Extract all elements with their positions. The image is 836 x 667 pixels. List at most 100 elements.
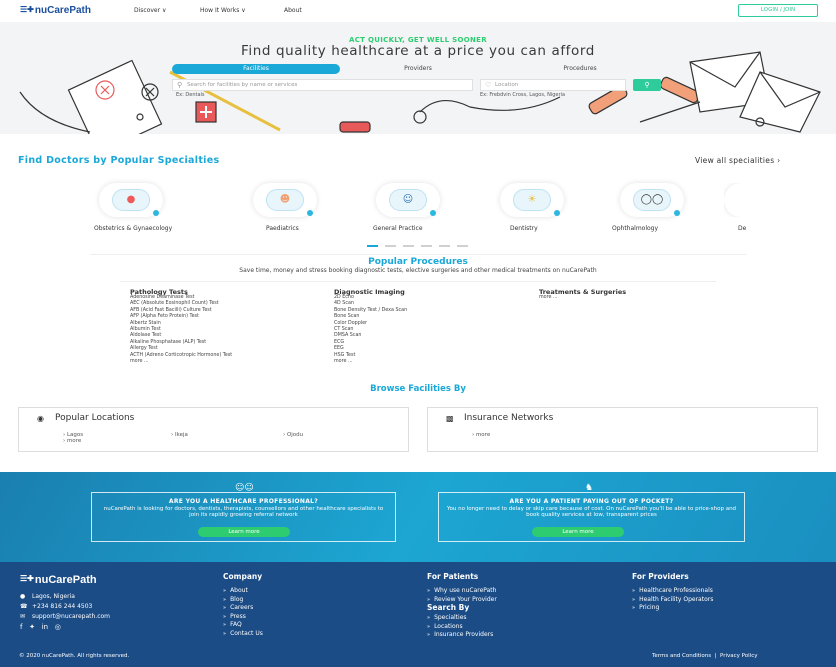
footer-link[interactable]: » Insurance Providers [427, 631, 493, 638]
carousel-dot[interactable] [385, 245, 396, 247]
nav-how-it-works[interactable]: How It Works ∨ [200, 7, 246, 14]
privacy-link[interactable]: Privacy Policy [720, 653, 757, 659]
footer-link[interactable]: » Specialties [427, 614, 467, 621]
footer: ☰✚nuCarePath ● Lagos, Nigeria ☎ +234 816 2… [0, 562, 836, 667]
patient-icon: ♞ [585, 483, 594, 493]
footer-link[interactable]: » Healthcare Professionals [632, 587, 713, 594]
patient-cta: ♞ ARE YOU A PATIENT PAYING OUT OF POCKET… [438, 483, 745, 542]
cta-text: You no longer need to delay or skip care… [446, 506, 737, 519]
procedures-title: Popular Procedures [368, 257, 468, 267]
location-link-ojodu[interactable]: › Ojodu [283, 432, 303, 438]
instagram-icon[interactable]: ◎ [55, 623, 61, 631]
speciality-card-general-practice[interactable]: ☺ [376, 183, 440, 217]
location-hint: Ex: Frebdvin Cross, Lagos, Nigeria [480, 92, 566, 98]
speciality-card-obstetrics[interactable]: ● [99, 183, 163, 217]
procedure-link[interactable]: more ... [539, 295, 558, 301]
footer-link[interactable]: » Why use nuCarePath [427, 587, 496, 594]
speciality-label: Obstetrics & Gynaecology [94, 225, 173, 232]
double-chevron-icon: » [427, 588, 431, 594]
cta-title: ARE YOU A PATIENT PAYING OUT OF POCKET? [509, 498, 674, 505]
double-chevron-icon: » [427, 623, 431, 630]
carousel-dot[interactable] [403, 245, 414, 247]
hero-headline: Find quality healthcare at a price you c… [241, 43, 595, 59]
procedure-link[interactable]: more ... [130, 359, 232, 365]
footer-email[interactable]: ✉ support@nucarepath.com [20, 613, 110, 620]
footer-patients-heading: For Patients [427, 572, 479, 581]
double-chevron-icon: » [632, 596, 636, 603]
healthcare-professional-cta: ☺☺ ARE YOU A HEALTHCARE PROFESSIONAL? nu… [91, 483, 396, 542]
double-chevron-icon: » [223, 613, 227, 620]
footer-link[interactable]: » Locations [427, 623, 463, 630]
facility-search-input[interactable]: ⚲ Search for facilities by name or servi… [172, 79, 473, 91]
location-input[interactable]: ♡ Location [480, 79, 626, 91]
nav-about[interactable]: About [284, 7, 302, 14]
double-chevron-icon: » [427, 615, 431, 621]
footer-address: ● Lagos, Nigeria [20, 593, 75, 600]
speciality-card-dentistry[interactable]: ☀ [500, 183, 564, 217]
baby-icon: ☻ [266, 189, 304, 211]
tab-providers[interactable]: Providers [378, 64, 458, 74]
speciality-card-ophthalmology[interactable]: ◯◯ [620, 183, 684, 217]
pathology-tests-list: Adenosine Deaminase Test AEC (Absolute Eo… [130, 295, 232, 365]
glasses-icon: ◯◯ [633, 189, 671, 211]
search-hint: Ex: Dentals [176, 92, 205, 98]
view-all-specialities-link[interactable]: View all specialities › [695, 156, 780, 165]
facebook-icon[interactable]: f [20, 623, 22, 631]
speciality-card-partial[interactable] [724, 183, 750, 217]
twitter-icon[interactable]: ✦ [29, 623, 35, 631]
location-link-more[interactable]: › more [63, 438, 81, 444]
carousel-dot[interactable] [439, 245, 450, 247]
footer-phone[interactable]: ☎ +234 816 244 4503 [20, 603, 92, 610]
speciality-label: Ophthalmology [612, 225, 659, 232]
procedure-link[interactable]: AEC (Absolute Eosinophil Count) Test [130, 301, 232, 307]
tab-facilities[interactable]: Facilities [172, 64, 340, 74]
search-button[interactable]: ⚲ [633, 79, 661, 91]
double-chevron-icon: » [223, 588, 227, 594]
speciality-label: Dentistry [510, 225, 538, 232]
footer-link[interactable]: » Blog [223, 596, 243, 603]
cta-text: nuCarePath is looking for doctors, denti… [103, 506, 384, 519]
linkedin-icon[interactable]: in [42, 623, 48, 631]
learn-more-button[interactable]: Learn more [198, 527, 290, 537]
speciality-label: De [738, 225, 747, 232]
footer-link[interactable]: » Review Your Provider [427, 596, 497, 603]
footer-link[interactable]: » About [223, 587, 248, 594]
footer-link[interactable]: » Contact Us [223, 630, 263, 637]
double-chevron-icon: » [632, 605, 636, 612]
carousel-dot[interactable] [421, 245, 432, 247]
logo[interactable]: ☰✚nuCarePath [20, 5, 91, 16]
email-icon: ✉ [20, 613, 26, 620]
tab-procedures[interactable]: Procedures [540, 64, 620, 74]
location-link-ikeja[interactable]: › Ikeja [171, 432, 188, 438]
learn-more-button[interactable]: Learn more [532, 527, 624, 537]
footer-link[interactable]: » Careers [223, 604, 253, 611]
footer-link[interactable]: » Pricing [632, 604, 659, 611]
browse-facilities-title: Browse Facilities By [370, 384, 466, 394]
hero-section: ACT QUICKLY, GET WELL SOONER Find qualit… [0, 22, 836, 134]
footer-link[interactable]: » Health Facility Operators [632, 596, 713, 603]
speciality-card-paediatrics[interactable]: ☻ [253, 183, 317, 217]
procedure-link[interactable]: more ... [334, 359, 407, 365]
terms-link[interactable]: Terms and Conditions [652, 653, 711, 659]
double-chevron-icon: » [427, 596, 431, 603]
tooth-icon: ☀ [513, 189, 551, 211]
divider [90, 254, 746, 255]
nav-discover[interactable]: Discover ∨ [134, 7, 166, 14]
logo-mark-icon: ☰✚ [20, 5, 34, 14]
globe-icon: ◉ [37, 414, 44, 423]
login-join-button[interactable]: LOGIN / JOIN [738, 4, 818, 17]
briefcase-icon: ▩ [446, 414, 454, 423]
double-chevron-icon: » [223, 596, 227, 603]
double-chevron-icon: » [223, 605, 227, 612]
search-icon: ⚲ [644, 81, 650, 89]
footer-link[interactable]: » FAQ [223, 621, 242, 628]
footer-search-by-heading: Search By [427, 603, 470, 612]
treatments-surgeries-list: more ... [539, 295, 558, 301]
insurance-link-more[interactable]: › more [472, 432, 490, 438]
carousel-dot[interactable] [457, 245, 468, 247]
popular-locations-heading: Popular Locations [55, 413, 135, 423]
footer-logo[interactable]: ☰✚nuCarePath [20, 574, 97, 586]
cta-banner: ☺☺ ARE YOU A HEALTHCARE PROFESSIONAL? nu… [0, 472, 836, 562]
carousel-dot-active[interactable] [367, 245, 378, 247]
footer-link[interactable]: » Press [223, 613, 246, 620]
